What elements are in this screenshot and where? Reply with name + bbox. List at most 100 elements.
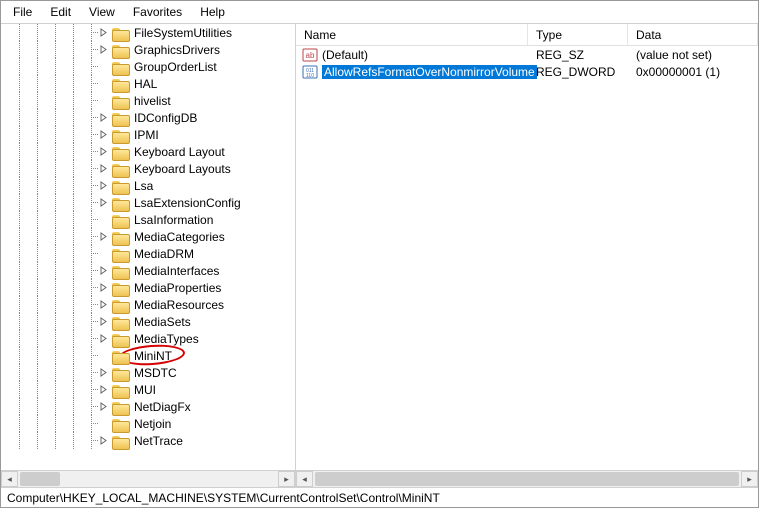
column-header-type[interactable]: Type bbox=[528, 24, 628, 45]
expand-icon[interactable] bbox=[99, 164, 108, 173]
tree-item[interactable]: GroupOrderList bbox=[1, 58, 295, 75]
tree-hscrollbar[interactable]: ◂ ▸ bbox=[1, 470, 295, 487]
expand-icon[interactable] bbox=[99, 402, 108, 411]
list-row[interactable]: ab(Default)REG_SZ(value not set) bbox=[296, 46, 758, 63]
tree-item[interactable]: MediaTypes bbox=[1, 330, 295, 347]
folder-icon bbox=[112, 196, 128, 210]
statusbar: Computer\HKEY_LOCAL_MACHINE\SYSTEM\Curre… bbox=[1, 487, 758, 507]
tree-item[interactable]: HAL bbox=[1, 75, 295, 92]
tree-item[interactable]: NetDiagFx bbox=[1, 398, 295, 415]
expand-icon[interactable] bbox=[99, 181, 108, 190]
cell-name: 011110AllowRefsFormatOverNonmirrorVolume bbox=[296, 64, 528, 80]
cell-data: 0x00000001 (1) bbox=[628, 65, 758, 79]
tree-item[interactable]: hivelist bbox=[1, 92, 295, 109]
tree-item[interactable]: Keyboard Layouts bbox=[1, 160, 295, 177]
tree-item[interactable]: MediaSets bbox=[1, 313, 295, 330]
tree-item-label: FileSystemUtilities bbox=[132, 26, 234, 40]
scroll-track[interactable] bbox=[18, 471, 278, 487]
menu-edit[interactable]: Edit bbox=[42, 3, 79, 21]
tree-item-label: GraphicsDrivers bbox=[132, 43, 222, 57]
tree-item[interactable]: MediaDRM bbox=[1, 245, 295, 262]
scroll-right-button[interactable]: ▸ bbox=[741, 471, 758, 487]
folder-icon bbox=[112, 230, 128, 244]
expand-icon[interactable] bbox=[99, 113, 108, 122]
expand-icon[interactable] bbox=[99, 385, 108, 394]
tree-item-label: MediaDRM bbox=[132, 247, 196, 261]
tree-item[interactable]: Netjoin bbox=[1, 415, 295, 432]
list-body[interactable]: ab(Default)REG_SZ(value not set)011110Al… bbox=[296, 46, 758, 470]
expand-icon[interactable] bbox=[99, 300, 108, 309]
tree-item-label: hivelist bbox=[132, 94, 173, 108]
expand-icon[interactable] bbox=[99, 130, 108, 139]
tree-item-label: MSDTC bbox=[132, 366, 179, 380]
tree-item-label: MediaTypes bbox=[132, 332, 201, 346]
expand-icon-empty bbox=[99, 79, 108, 88]
expand-icon-empty bbox=[99, 62, 108, 71]
column-header-name[interactable]: Name bbox=[296, 24, 528, 45]
tree-item-label: IDConfigDB bbox=[132, 111, 199, 125]
tree-item-label: MiniNT bbox=[132, 349, 174, 363]
expand-icon-empty bbox=[99, 351, 108, 360]
folder-icon bbox=[112, 128, 128, 142]
binary-value-icon: 011110 bbox=[302, 64, 318, 80]
scroll-right-button[interactable]: ▸ bbox=[278, 471, 295, 487]
value-name: (Default) bbox=[322, 48, 368, 62]
svg-text:ab: ab bbox=[306, 51, 315, 60]
expand-icon[interactable] bbox=[99, 334, 108, 343]
tree-item[interactable]: MUI bbox=[1, 381, 295, 398]
tree-item-label: LsaExtensionConfig bbox=[132, 196, 243, 210]
expand-icon[interactable] bbox=[99, 317, 108, 326]
menubar: File Edit View Favorites Help bbox=[1, 1, 758, 24]
tree-item[interactable]: NetTrace bbox=[1, 432, 295, 449]
list-row[interactable]: 011110AllowRefsFormatOverNonmirrorVolume… bbox=[296, 63, 758, 80]
svg-text:110: 110 bbox=[306, 73, 314, 79]
tree-item[interactable]: IDConfigDB bbox=[1, 109, 295, 126]
scroll-track[interactable] bbox=[313, 471, 741, 487]
folder-icon bbox=[112, 315, 128, 329]
list-hscrollbar[interactable]: ◂ ▸ bbox=[296, 470, 758, 487]
cell-name: ab (Default) bbox=[296, 47, 528, 63]
tree-item[interactable]: GraphicsDrivers bbox=[1, 41, 295, 58]
expand-icon-empty bbox=[99, 419, 108, 428]
regedit-window: File Edit View Favorites Help FileSystem… bbox=[0, 0, 759, 508]
tree-item[interactable]: Lsa bbox=[1, 177, 295, 194]
expand-icon[interactable] bbox=[99, 198, 108, 207]
menu-favorites[interactable]: Favorites bbox=[125, 3, 190, 21]
column-header-data[interactable]: Data bbox=[628, 24, 758, 45]
tree-item[interactable]: MSDTC bbox=[1, 364, 295, 381]
expand-icon[interactable] bbox=[99, 436, 108, 445]
expand-icon[interactable] bbox=[99, 283, 108, 292]
scroll-left-button[interactable]: ◂ bbox=[1, 471, 18, 487]
tree-item[interactable]: Keyboard Layout bbox=[1, 143, 295, 160]
menu-file[interactable]: File bbox=[5, 3, 40, 21]
tree-item-label: GroupOrderList bbox=[132, 60, 219, 74]
menu-help[interactable]: Help bbox=[192, 3, 233, 21]
tree-item[interactable]: MediaCategories bbox=[1, 228, 295, 245]
expand-icon[interactable] bbox=[99, 266, 108, 275]
tree-item-label: MediaInterfaces bbox=[132, 264, 221, 278]
menu-view[interactable]: View bbox=[81, 3, 123, 21]
tree-item[interactable]: MediaProperties bbox=[1, 279, 295, 296]
scroll-thumb[interactable] bbox=[315, 472, 739, 486]
expand-icon[interactable] bbox=[99, 232, 108, 241]
folder-icon bbox=[112, 213, 128, 227]
expand-icon[interactable] bbox=[99, 368, 108, 377]
expand-icon[interactable] bbox=[99, 28, 108, 37]
tree-item-label: Keyboard Layouts bbox=[132, 162, 233, 176]
expand-icon-empty bbox=[99, 249, 108, 258]
tree-item[interactable]: MiniNT bbox=[1, 347, 295, 364]
tree-item[interactable]: MediaResources bbox=[1, 296, 295, 313]
split-panes: FileSystemUtilities GraphicsDrivers GroupO… bbox=[1, 24, 758, 487]
tree-item[interactable]: IPMI bbox=[1, 126, 295, 143]
scroll-left-button[interactable]: ◂ bbox=[296, 471, 313, 487]
expand-icon[interactable] bbox=[99, 45, 108, 54]
tree-item[interactable]: LsaInformation bbox=[1, 211, 295, 228]
tree-item-label: NetTrace bbox=[132, 434, 185, 448]
tree-item[interactable]: MediaInterfaces bbox=[1, 262, 295, 279]
tree-viewport[interactable]: FileSystemUtilities GraphicsDrivers GroupO… bbox=[1, 24, 295, 470]
tree-item[interactable]: LsaExtensionConfig bbox=[1, 194, 295, 211]
scroll-thumb[interactable] bbox=[20, 472, 60, 486]
expand-icon[interactable] bbox=[99, 147, 108, 156]
tree-item[interactable]: FileSystemUtilities bbox=[1, 24, 295, 41]
list-header[interactable]: Name Type Data bbox=[296, 24, 758, 46]
